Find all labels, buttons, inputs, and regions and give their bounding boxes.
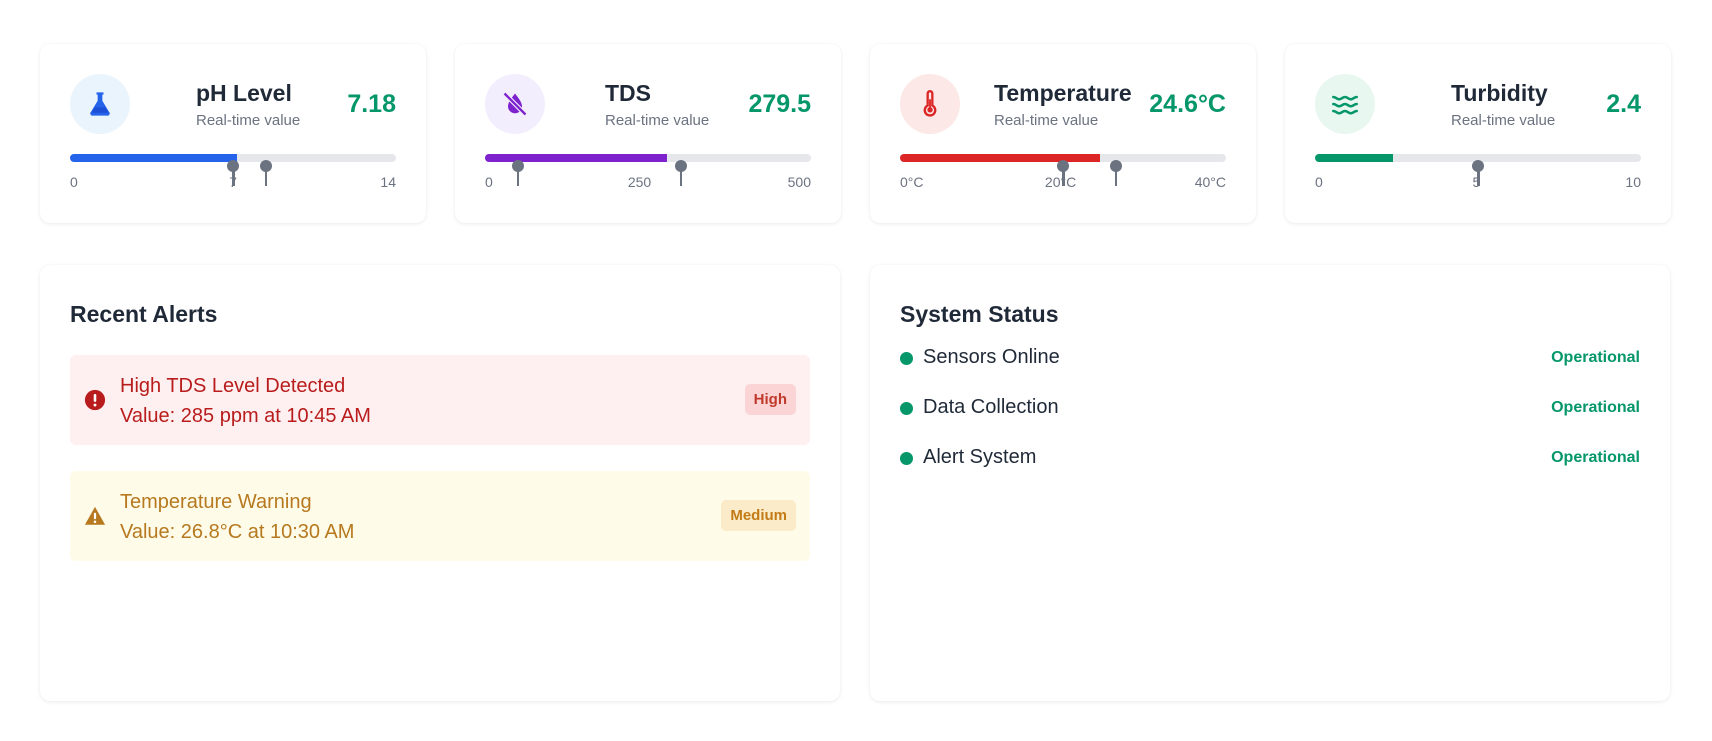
metric-scale: 0 5 10 <box>1315 174 1641 192</box>
scale-mid-label: 7 <box>229 174 237 190</box>
status-state: Operational <box>1551 349 1640 366</box>
temperature-icon-badge <box>900 74 960 134</box>
system-status-panel: System Status Sensors Online Operational… <box>870 265 1670 701</box>
scale-mid-label: 20°C <box>1044 174 1077 190</box>
warning-triangle-icon <box>84 506 106 525</box>
status-label: Alert System <box>923 446 1037 468</box>
status-dot <box>900 452 913 465</box>
scale-min-label: 0 <box>485 174 493 190</box>
scale-min-label: 0°C <box>900 174 924 190</box>
metric-card-ph: pH Level Real-time value 7.18 0 7 14 <box>40 44 426 223</box>
tds-icon-badge <box>485 74 545 134</box>
metric-value: 24.6°C <box>1149 90 1226 118</box>
metric-value: 279.5 <box>748 90 811 118</box>
status-row-data-collection: Data Collection Operational <box>900 396 1640 422</box>
scale-max-label: 10 <box>1625 174 1641 190</box>
alert-item[interactable]: High TDS Level Detected Value: 285 ppm a… <box>70 355 810 445</box>
status-row-sensors: Sensors Online Operational <box>900 346 1640 372</box>
status-label: Sensors Online <box>923 346 1060 368</box>
scale-mid-label: 5 <box>1472 174 1481 190</box>
scale-max-label: 14 <box>380 174 396 190</box>
metric-scale: 0°C 20°C 40°C <box>900 174 1226 192</box>
metric-subtitle: Real-time value <box>605 112 710 129</box>
scale-min-label: 0 <box>70 174 78 190</box>
metric-subtitle: Real-time value <box>994 112 1099 129</box>
metric-scale: 0 250 500 <box>485 174 811 192</box>
metric-value: 2.4 <box>1606 90 1641 118</box>
status-state: Operational <box>1551 449 1640 466</box>
alert-title: High TDS Level Detected <box>120 375 346 397</box>
turbidity-icon-badge <box>1315 74 1375 134</box>
metric-progress-track <box>485 154 811 186</box>
thermometer-icon <box>923 90 937 117</box>
metric-subtitle: Real-time value <box>196 112 301 129</box>
status-dot <box>900 402 913 415</box>
status-row-alert-system: Alert System Operational <box>900 446 1640 472</box>
metric-card-tds: TDS Real-time value 279.5 0 250 500 <box>455 44 841 223</box>
metric-title: TDS <box>605 80 651 106</box>
metric-progress-track <box>900 154 1226 186</box>
metric-progress-fill <box>70 154 238 162</box>
alert-title: Temperature Warning <box>120 491 312 513</box>
scale-mid-label: 250 <box>627 174 652 190</box>
metric-value: 7.18 <box>347 90 396 118</box>
scale-max-label: 40°C <box>1194 174 1226 190</box>
panel-title: System Status <box>900 301 1059 327</box>
metric-progress-fill <box>1315 154 1394 162</box>
severity-badge: Medium <box>721 500 796 531</box>
scale-max-label: 500 <box>787 174 811 190</box>
metric-card-turbidity: Turbidity Real-time value 2.4 0 5 10 <box>1285 44 1671 223</box>
panel-title: Recent Alerts <box>70 301 218 327</box>
alert-detail: Value: 26.8°C at 10:30 AM <box>120 521 355 543</box>
metric-title: Turbidity <box>1451 80 1548 106</box>
scale-min-label: 0 <box>1315 174 1323 190</box>
severity-badge: High <box>744 384 796 415</box>
metric-progress-track <box>1315 154 1641 186</box>
metric-title: pH Level <box>196 80 292 106</box>
recent-alerts-panel: Recent Alerts High TDS Level Detected Va… <box>40 265 840 701</box>
flask-icon <box>90 92 110 116</box>
alert-item[interactable]: Temperature Warning Value: 26.8°C at 10:… <box>70 471 810 561</box>
exclamation-circle-icon <box>84 389 106 411</box>
eye-slash-icon <box>502 91 528 117</box>
status-dot <box>900 352 913 365</box>
metric-scale: 0 7 14 <box>70 174 396 192</box>
metric-progress-track <box>70 154 396 186</box>
metric-card-temperature: Temperature Real-time value 24.6°C 0°C 2… <box>870 44 1256 223</box>
status-state: Operational <box>1551 399 1640 416</box>
metric-title: Temperature <box>994 80 1132 106</box>
alert-detail: Value: 285 ppm at 10:45 AM <box>120 405 371 427</box>
metric-subtitle: Real-time value <box>1451 112 1556 129</box>
metric-progress-fill <box>900 154 1101 162</box>
ph-icon-badge <box>70 74 130 134</box>
status-label: Data Collection <box>923 396 1059 418</box>
water-waves-icon <box>1332 95 1358 115</box>
